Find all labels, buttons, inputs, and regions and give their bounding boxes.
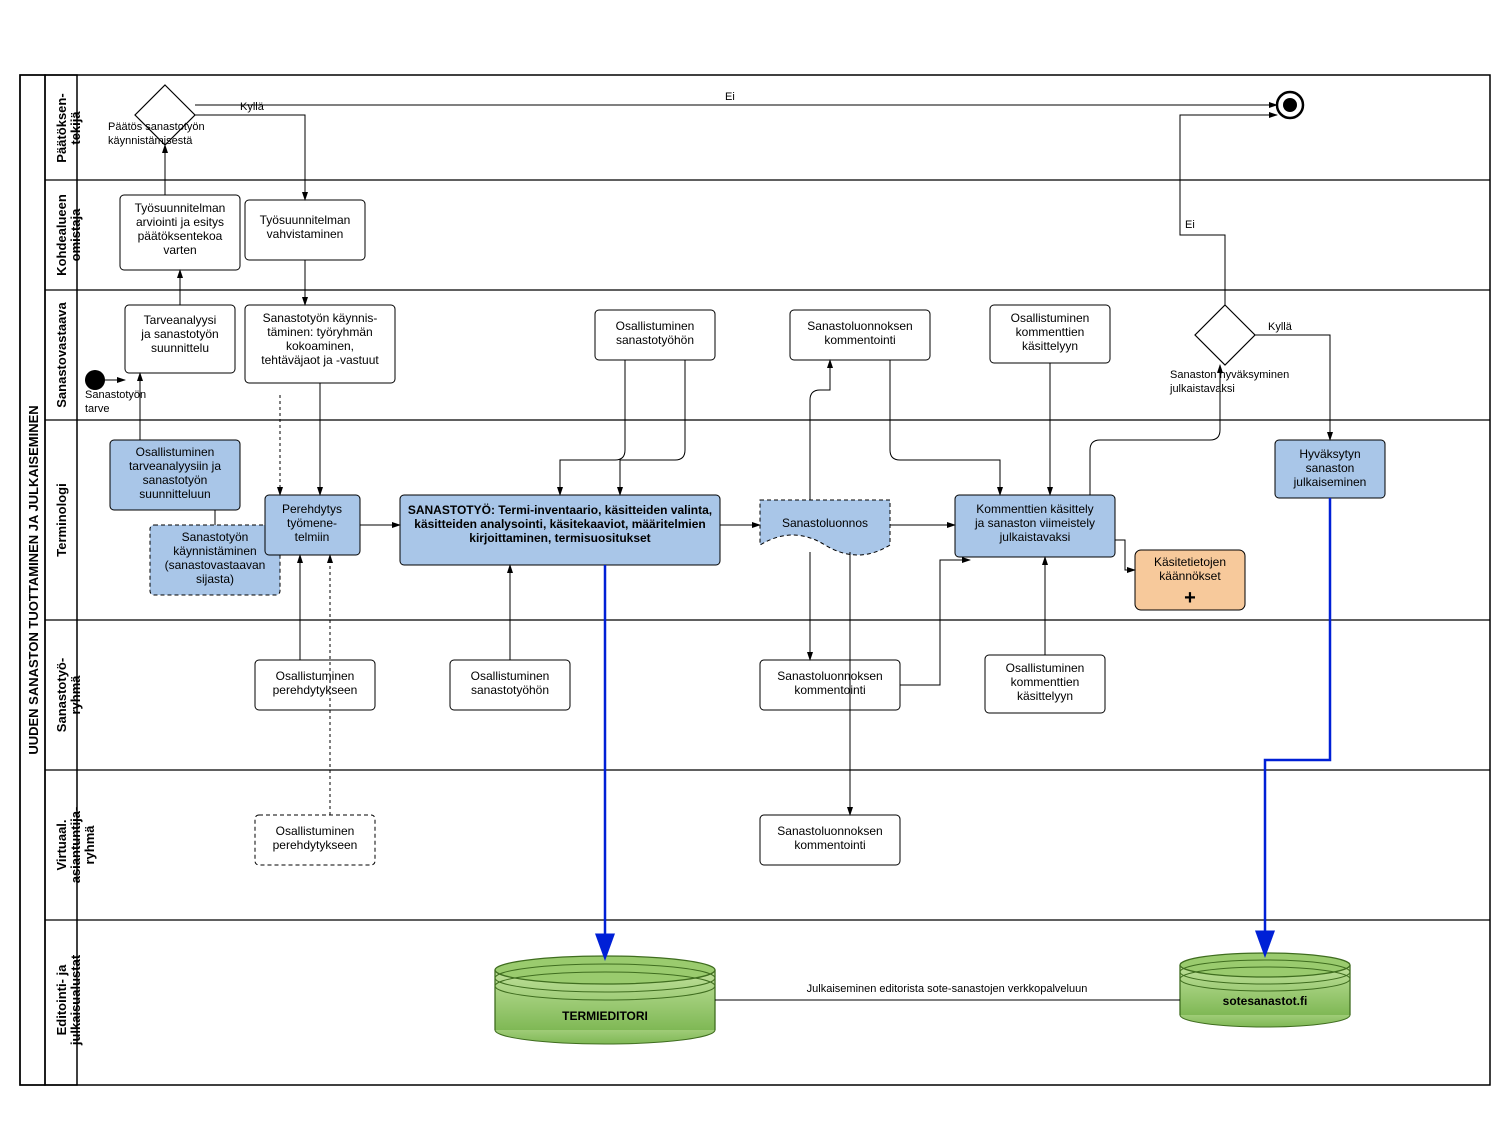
lane-label-7: Editointi- jajulkaisualustat: [54, 954, 83, 1046]
lane-label-6: Virtuaal.asiantuntija-ryhmä: [54, 807, 97, 884]
gateway-hyvaksyminen: [1195, 305, 1255, 365]
bpmn-diagram: UUDEN SANASTON TUOTTAMINEN JA JULKAISEMI…: [0, 0, 1510, 1132]
datastore-termieditori: TERMIEDITORI: [495, 956, 715, 1044]
task-osall-komm-sv-label: Osallistuminenkommenttienkäsittelyyn: [1011, 311, 1090, 353]
task-kaannokset-label: Käsitetietojenkäännökset: [1154, 555, 1226, 583]
g2-yes: Kyllä: [1268, 321, 1293, 333]
task-osall-pere2-label: Osallistuminenperehdytykseen: [273, 824, 358, 852]
task-osall-pere1-label: Osallistuminenperehdytykseen: [273, 669, 358, 697]
lane-label-2: Kohdealueenomistaja: [54, 194, 83, 276]
ds-link-label: Julkaiseminen editorista sote-sanastojen…: [807, 983, 1088, 995]
start-event-label: Sanastotyöntarve: [85, 389, 146, 415]
ds2-label: sotesanastot.fi: [1223, 994, 1308, 1008]
doc-luonnos-label: Sanastoluonnos: [782, 516, 868, 530]
gateway-hyvaksyminen-label: Sanaston hyväksyminenjulkaistavaksi: [1169, 369, 1289, 395]
ds1-label: TERMIEDITORI: [562, 1009, 648, 1023]
g2-no: Ei: [1185, 219, 1195, 231]
pool-title: UUDEN SANASTON TUOTTAMINEN JA JULKAISEMI…: [26, 405, 41, 754]
g1-no: Ei: [725, 91, 735, 103]
task-osall-sanasto-sr-label: Osallistuminensanastotyöhön: [471, 669, 550, 697]
lane-label-3: Sanastovastaava: [54, 301, 69, 407]
lane-label-5: Sanastotyö-ryhmä: [54, 658, 83, 732]
task-osall-sanasto-sv-label: Osallistuminensanastotyöhön: [616, 319, 695, 347]
lane-label-1: Päätöksen-tekijä: [54, 93, 83, 162]
end-event-inner: [1283, 98, 1297, 112]
g1-yes: Kyllä: [240, 101, 265, 113]
lane-label-4: Terminologi: [54, 483, 69, 556]
subprocess-plus-icon: +: [1184, 587, 1196, 609]
start-event: [85, 370, 105, 390]
datastore-sotesanastot: sotesanastot.fi: [1180, 953, 1350, 1027]
flow-to-sotesanastot: [1265, 498, 1330, 953]
task-tarveanalyysi-label: Tarveanalyysija sanastotyönsuunnittelu: [140, 313, 218, 355]
task-vahvist-label: Työsuunnitelmanvahvistaminen: [260, 213, 351, 241]
task-osall-komm-sr-label: Osallistuminenkommenttienkäsittelyyn: [1006, 661, 1085, 703]
